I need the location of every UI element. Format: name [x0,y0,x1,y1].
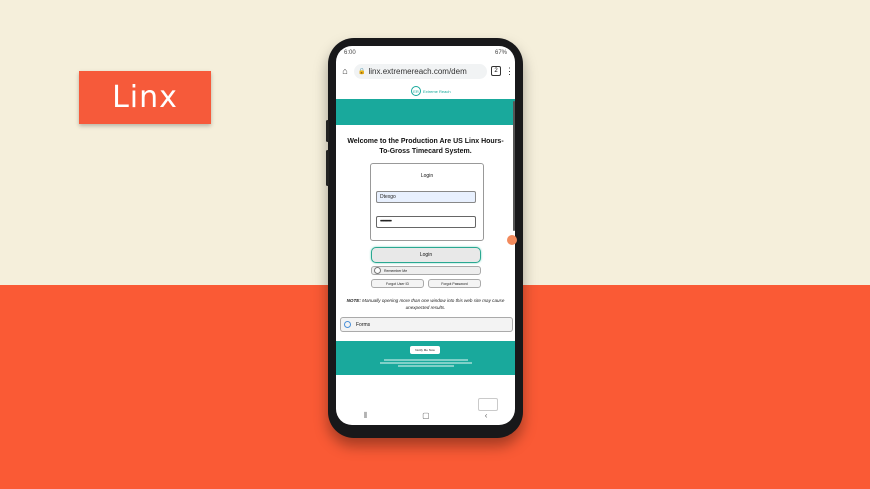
recent-apps-icon[interactable]: ⦀ [364,411,368,421]
linx-title-badge: Linx [79,71,211,124]
status-time: 6:00 [344,49,356,56]
browser-toolbar: ⌂ 🔒 linx.extremereach.com/dem 2 ⋮ [336,60,515,82]
login-button[interactable]: Login [371,247,481,263]
teal-banner [336,99,515,125]
username-input[interactable]: Dtexgo [376,191,476,203]
note-body: Manually opening more than one window in… [362,298,505,310]
note-text: NOTE: Manually opening more than one win… [339,297,512,311]
password-input[interactable]: •••••••••• [376,216,476,228]
home-icon[interactable]: ⌂ [340,66,350,76]
notify-me-button[interactable]: Notify Me Now [410,346,440,354]
login-box: Login Dtexgo •••••••••• [370,163,484,241]
forms-label: Forms [356,321,371,328]
tabs-icon[interactable]: 2 [491,66,501,76]
status-bar: 6:00 67% [336,46,515,59]
page-scrollbar[interactable] [513,101,515,231]
logo-mark-icon: ER [411,86,421,96]
phone-volume-button [326,150,329,186]
url-field[interactable]: 🔒 linx.extremereach.com/dem [354,63,487,79]
lock-icon: 🔒 [358,68,366,75]
remember-me-radio[interactable] [374,267,381,274]
login-box-title: Login [420,173,434,179]
edge-panel-handle[interactable] [507,235,517,245]
status-battery: 67% [494,49,507,56]
forgot-password-button[interactable]: Forgot Password [428,279,481,288]
back-icon[interactable]: ‹ [485,411,488,420]
forgot-user-id-button[interactable]: Forgot User ID [371,279,424,288]
note-label: NOTE: [346,298,361,303]
remember-me-label: Remember Me [384,268,408,273]
forms-link[interactable]: Forms [340,317,513,332]
phone-screen: 6:00 67% ⌂ 🔒 linx.extremereach.com/dem 2… [336,46,515,425]
phone-side-button [326,120,329,142]
forms-radio-icon [344,321,351,328]
remember-me-option[interactable]: Remember Me [371,266,481,275]
home-nav-icon[interactable]: ▢ [422,411,430,420]
url-text: linx.extremereach.com/dem [368,66,467,76]
welcome-heading: Welcome to the Production Are US Linx Ho… [347,138,504,155]
video-camera-icon [478,398,498,411]
footer-fine-print [376,358,476,368]
logo-text: Extreme Reach [423,88,451,94]
more-vert-icon[interactable]: ⋮ [505,66,514,77]
extreme-reach-logo[interactable]: ER Extreme Reach [411,86,451,96]
